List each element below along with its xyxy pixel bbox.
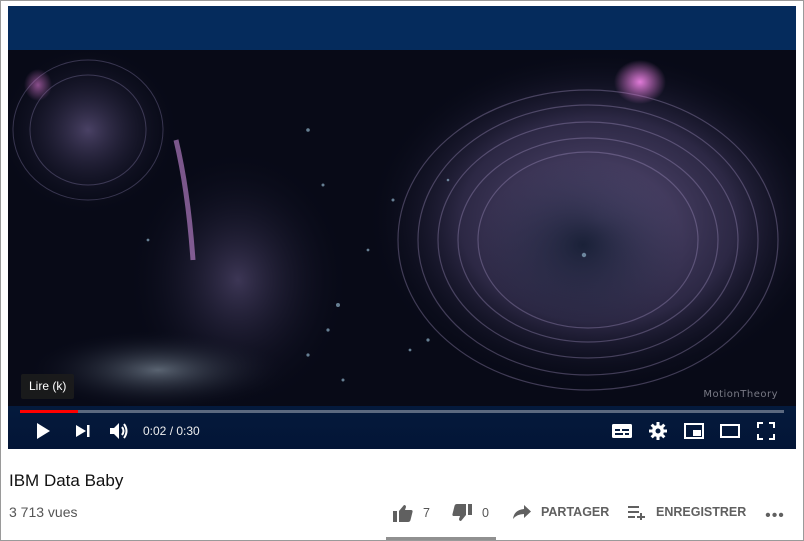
thumbs-down-icon [452,504,472,521]
next-button[interactable] [72,420,94,442]
dislike-button[interactable]: 0 [452,504,489,522]
video-frame[interactable]: MotionTheory [8,50,796,406]
thumbs-up-icon [393,505,413,522]
fullscreen-button[interactable] [755,420,777,442]
more-icon: ••• [765,507,785,524]
watermark-text: MotionTheory [703,389,778,400]
like-count: 7 [423,506,430,520]
progress-bar-played [20,410,79,413]
share-icon [513,505,531,519]
like-button[interactable]: 7 [393,504,430,522]
miniplayer-button[interactable] [683,420,705,442]
save-button[interactable]: ENREGISTRER [628,504,746,520]
add-to-playlist-icon [628,506,645,520]
view-count: 3 713 vues [9,504,78,520]
page-frame: MotionTheory Lire (k) 0:02 / 0:30 IBM Da… [0,0,804,541]
fullscreen-icon [757,422,775,440]
settings-button[interactable] [647,420,669,442]
dislike-count: 0 [482,506,489,520]
play-button[interactable] [32,420,54,442]
miniplayer-icon [684,423,704,439]
next-icon [76,425,90,437]
sentiment-bar [386,537,496,540]
video-player[interactable]: MotionTheory Lire (k) 0:02 / 0:30 [8,6,796,449]
progress-bar[interactable] [20,410,784,413]
current-time: 0:02 [143,424,167,438]
more-actions-button[interactable]: ••• [763,506,787,526]
video-scene-image [8,50,796,406]
time-display: 0:02 / 0:30 [143,423,200,439]
time-separator: / [166,424,177,438]
theater-icon [720,424,740,438]
theater-mode-button[interactable] [719,420,741,442]
play-icon [37,423,50,439]
settings-icon [649,422,667,440]
share-label: PARTAGER [541,505,610,519]
subtitles-button[interactable] [611,420,633,442]
duration: 0:30 [176,424,200,438]
volume-button[interactable] [107,420,131,442]
volume-icon [110,423,128,439]
subtitles-icon [612,424,632,438]
share-button[interactable]: PARTAGER [513,504,609,520]
save-label: ENREGISTRER [656,505,747,519]
play-tooltip: Lire (k) [21,374,75,399]
player-top-band [8,6,796,50]
video-title: IBM Data Baby [9,471,124,490]
